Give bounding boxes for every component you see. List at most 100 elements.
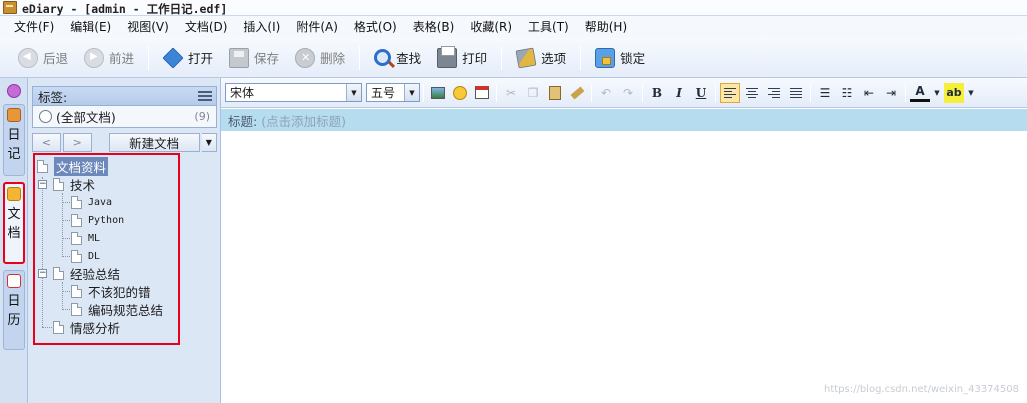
tab-calendar[interactable]: 日 历 (3, 270, 25, 350)
chevron-down-icon[interactable]: ▼ (966, 83, 976, 103)
tags-header: 标签: (32, 86, 217, 106)
font-size-select[interactable]: 五号 ▼ (366, 83, 420, 102)
forward-arrow-icon (84, 47, 105, 68)
tree-item-dl[interactable]: DL (71, 247, 100, 265)
editor-area: 宋体 ▼ 五号 ▼ ✂ ❐ ↶ ↷ B I U ☰ ☷ ⇤ ⇥ A ▼ ab ▼… (221, 78, 1027, 403)
justify-button[interactable] (786, 83, 806, 103)
delete-button[interactable]: 删除 (289, 44, 351, 72)
open-button[interactable]: 打开 (157, 44, 219, 72)
outdent-button[interactable]: ⇤ (859, 83, 879, 103)
menu-view[interactable]: 视图(V) (119, 17, 177, 37)
watermark: https://blog.csdn.net/weixin_43374508 (823, 384, 1019, 395)
tree-item-ml[interactable]: ML (71, 229, 100, 247)
tree-item-experience[interactable]: 经验总结 (53, 264, 120, 282)
copy-button[interactable]: ❐ (523, 83, 543, 103)
back-button[interactable]: 后退 (12, 44, 74, 72)
insert-date-button[interactable] (472, 83, 492, 103)
bold-button[interactable]: B (647, 83, 667, 103)
font-color-button[interactable]: A (910, 84, 930, 102)
insert-emoticon-button[interactable] (450, 83, 470, 103)
tree-item-tech[interactable]: 技术 (53, 175, 95, 193)
document-icon (71, 249, 82, 263)
numbered-list-icon: ☷ (841, 85, 853, 100)
document-icon (71, 213, 82, 227)
format-toolbar: 宋体 ▼ 五号 ▼ ✂ ❐ ↶ ↷ B I U ☰ ☷ ⇤ ⇥ A ▼ ab ▼ (221, 78, 1027, 108)
flower-icon[interactable] (7, 84, 21, 98)
align-center-button[interactable] (742, 83, 762, 103)
align-left-icon (724, 87, 736, 99)
indent-button[interactable]: ⇥ (881, 83, 901, 103)
toolbar-separator (501, 45, 503, 70)
new-document-dropdown[interactable]: ▼ (201, 133, 218, 152)
prev-button[interactable]: < (32, 133, 61, 152)
numbered-list-button[interactable]: ☷ (837, 83, 857, 103)
bullet-list-button[interactable]: ☰ (815, 83, 835, 103)
all-documents-filter[interactable]: (全部文档) (9) (32, 106, 217, 128)
tree-item-java[interactable]: Java (71, 193, 112, 211)
title-placeholder[interactable]: (点击添加标题) (261, 111, 346, 130)
menu-table[interactable]: 表格(B) (405, 17, 463, 37)
chevron-down-icon[interactable]: ▼ (346, 84, 361, 101)
font-family-select[interactable]: 宋体 ▼ (225, 83, 362, 102)
document-tree: 文档资料 − 技术 Java Python ML DL − 经验总结 不该犯的错… (33, 153, 180, 345)
tab-documents[interactable]: 文 档 (3, 182, 25, 264)
tags-label: 标签: (38, 89, 68, 105)
cut-button[interactable]: ✂ (501, 83, 521, 103)
tab-diary[interactable]: 日 记 (3, 104, 25, 176)
delete-icon (295, 47, 316, 68)
smiley-icon (453, 85, 467, 100)
toolbar-separator (715, 83, 716, 102)
list-menu-icon[interactable] (198, 91, 212, 101)
menu-file[interactable]: 文件(F) (6, 17, 62, 37)
collapse-toggle[interactable]: − (38, 269, 47, 278)
calendar-icon (7, 274, 21, 288)
italic-button[interactable]: I (669, 83, 689, 103)
align-left-button[interactable] (720, 82, 740, 103)
insert-image-button[interactable] (428, 83, 448, 103)
tree-item-python[interactable]: Python (71, 211, 124, 229)
chevron-down-icon[interactable]: ▼ (404, 84, 419, 101)
toolbar-separator (810, 83, 811, 102)
image-icon (431, 86, 445, 99)
paste-button[interactable] (545, 83, 565, 103)
menu-format[interactable]: 格式(O) (346, 17, 405, 37)
tree-item-mistakes[interactable]: 不该犯的错 (71, 282, 151, 300)
redo-button[interactable]: ↷ (618, 83, 638, 103)
toolbar-separator (905, 83, 906, 102)
options-button[interactable]: 选项 (510, 44, 572, 72)
next-button[interactable]: > (62, 133, 92, 152)
window-title: eDiary - [admin - 工作日记.edf] (22, 2, 228, 16)
new-document-button[interactable]: 新建文档 (108, 133, 200, 152)
menu-insert[interactable]: 插入(I) (235, 17, 288, 37)
document-title-row[interactable]: 标题: (点击添加标题) (221, 109, 1027, 131)
open-icon (162, 46, 184, 69)
tree-item-sentiment[interactable]: 情感分析 (53, 318, 120, 336)
chevron-down-icon[interactable]: ▼ (932, 83, 942, 103)
menu-tools[interactable]: 工具(T) (520, 17, 577, 37)
menu-document[interactable]: 文档(D) (177, 17, 236, 37)
forward-button[interactable]: 前进 (78, 44, 140, 72)
collapse-toggle[interactable]: − (38, 180, 47, 189)
calendar-icon (475, 86, 489, 99)
menu-favorites[interactable]: 收藏(R) (462, 17, 520, 37)
menu-edit[interactable]: 编辑(E) (62, 17, 119, 37)
menu-help[interactable]: 帮助(H) (577, 17, 635, 37)
menu-attachment[interactable]: 附件(A) (288, 17, 346, 37)
save-button[interactable]: 保存 (223, 44, 285, 72)
left-tab-strip: 日 记 文 档 日 历 (0, 78, 28, 403)
bullet-list-icon: ☰ (819, 85, 831, 100)
highlight-button[interactable]: ab (944, 82, 964, 103)
find-button[interactable]: 查找 (368, 44, 427, 72)
align-right-button[interactable] (764, 83, 784, 103)
underline-button[interactable]: U (691, 83, 711, 103)
print-button[interactable]: 打印 (431, 44, 493, 72)
diary-icon (7, 108, 21, 122)
tree-item-coding-standards[interactable]: 编码规范总结 (71, 300, 163, 318)
format-painter-button[interactable] (567, 83, 587, 103)
book-icon (3, 1, 17, 14)
lock-button[interactable]: 锁定 (589, 44, 651, 72)
tree-item-root[interactable]: 文档资料 (37, 156, 109, 176)
undo-button[interactable]: ↶ (596, 83, 616, 103)
clipboard-icon (549, 85, 561, 100)
document-icon (71, 231, 82, 245)
